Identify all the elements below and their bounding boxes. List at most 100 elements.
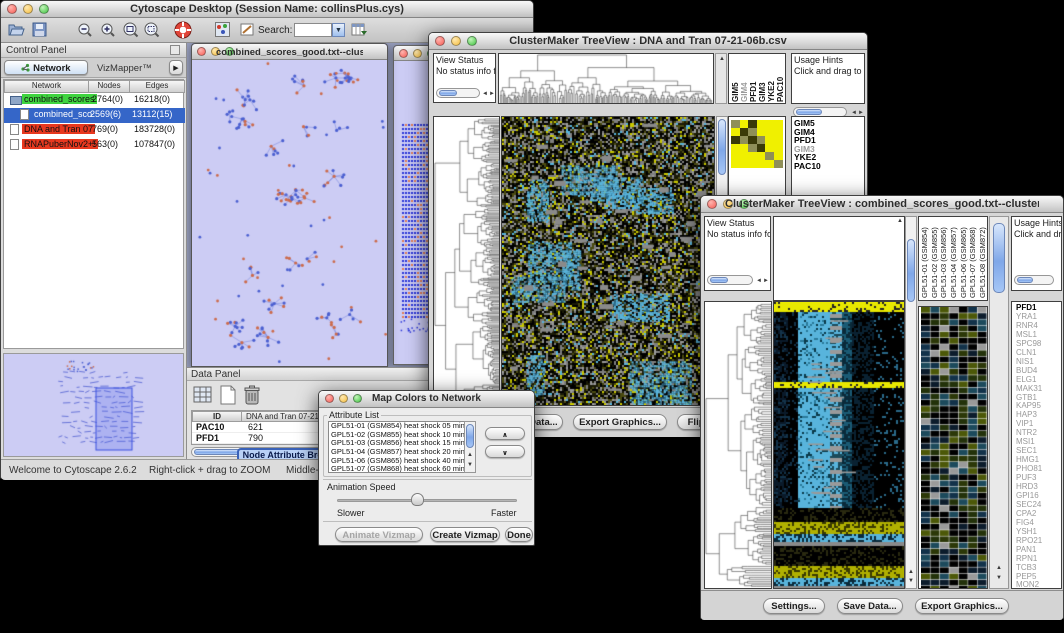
tv2-gene-label[interactable]: MSL1	[1016, 330, 1037, 339]
import-table-icon[interactable]	[351, 22, 367, 42]
animate-vizmap-button[interactable]: Animate Vizmap	[335, 527, 423, 542]
export-graphics-button[interactable]: Export Graphics...	[915, 598, 1009, 614]
tv2-zoom-heatmap[interactable]	[921, 307, 987, 588]
tv1-zoom-heatmap[interactable]	[731, 120, 783, 168]
col-header-nodes[interactable]: Nodes	[88, 80, 130, 93]
close-button[interactable]	[197, 47, 206, 56]
attribute-list[interactable]: GPL51-01 (GSM854) heat shock 05 minGPL51…	[328, 421, 476, 473]
tv1-column-label[interactable]: GIM3	[758, 54, 767, 102]
move-up-button[interactable]: ∧	[485, 427, 525, 440]
tv1-column-label[interactable]: GIM5	[731, 54, 740, 102]
animation-speed-slider[interactable]	[337, 499, 517, 502]
tv1-gene-label[interactable]: PAC10	[794, 162, 821, 171]
tv2-gene-label[interactable]: YRA1	[1016, 312, 1037, 321]
save-data-button[interactable]: Save Data...	[837, 598, 903, 614]
tv2-hints-scrollbar[interactable]	[1014, 275, 1054, 285]
attr-col-id[interactable]: ID	[192, 411, 242, 422]
tv2-gene-label[interactable]: ELG1	[1016, 375, 1036, 384]
tv2-gene-label[interactable]: GTB1	[1016, 393, 1037, 402]
open-folder-icon[interactable]	[8, 22, 25, 42]
tv2-column-label[interactable]: GPL51-02 (GSM855)	[930, 216, 940, 298]
network-list-row[interactable]: RNAPuberNov2+!563(0)107847(0)	[6, 138, 187, 153]
tv2-gene-label[interactable]: PUF3	[1016, 473, 1036, 482]
close-button[interactable]	[325, 394, 334, 403]
create-vizmap-button[interactable]: Create Vizmap	[430, 527, 500, 542]
attribute-list-vscrollbar[interactable]: ▲▼	[464, 421, 476, 473]
tv1-column-label[interactable]: YKE2	[767, 54, 776, 102]
tv2-gene-label[interactable]: RPO21	[1016, 536, 1042, 545]
tv2-status-scrollbar[interactable]	[707, 275, 753, 285]
network-list-row[interactable]: combined_scores2764(0)16218(0)	[6, 93, 187, 108]
tv1-row-dendrogram[interactable]	[434, 117, 499, 405]
tv2-column-label[interactable]: GPL51-08 (GSM872)	[978, 216, 988, 298]
tv2-gene-label[interactable]: GPI16	[1016, 491, 1039, 500]
tv2-gene-label[interactable]: RPN1	[1016, 554, 1037, 563]
tv2-gene-label[interactable]: NTR2	[1016, 428, 1037, 437]
col-header-edges[interactable]: Edges	[129, 80, 185, 93]
search-dropdown-arrow[interactable]: ▼	[332, 23, 345, 37]
tab-vizmapper[interactable]: VizMapper™	[97, 63, 152, 74]
save-icon[interactable]	[32, 22, 47, 42]
tv2-gene-label[interactable]: PFD1	[1016, 303, 1036, 312]
tv2-column-label[interactable]: GPL51-04 (GSM857)	[949, 216, 959, 298]
tv1-column-label[interactable]: PFD1	[749, 54, 758, 102]
network-window-1-titlebar[interactable]: combined_scores_good.txt--cluste...	[192, 44, 387, 60]
help-lifesaver-icon[interactable]	[174, 21, 192, 44]
tv2-gene-label[interactable]: SPC98	[1016, 339, 1041, 348]
tab-more-button[interactable]: ▶	[169, 60, 183, 75]
treeview2-titlebar[interactable]: ClusterMaker TreeView : combined_scores_…	[701, 196, 1063, 213]
scroll-left-arrow[interactable]: ◄	[482, 91, 488, 98]
minimize-button[interactable]	[413, 49, 422, 58]
tv2-gene-label[interactable]: PAN1	[1016, 545, 1036, 554]
network-list-row[interactable]: DNA and Tran 07769(0)183728(0)	[6, 123, 187, 138]
close-button[interactable]	[707, 199, 717, 209]
treeview1-titlebar[interactable]: ClusterMaker TreeView : DNA and Tran 07-…	[429, 33, 867, 50]
tv2-gene-label[interactable]: FIG4	[1016, 518, 1034, 527]
tv1-global-heatmap[interactable]	[502, 117, 714, 405]
dialog-titlebar[interactable]: Map Colors to Network	[319, 391, 534, 408]
tv2-gene-label[interactable]: NIS1	[1016, 357, 1034, 366]
float-panel-icon[interactable]	[170, 45, 180, 55]
tab-network[interactable]: Network	[4, 60, 88, 75]
col-header-network[interactable]: Network	[4, 80, 89, 93]
tv2-gene-label[interactable]: CLN1	[1016, 348, 1036, 357]
tv2-heatmap-vscrollbar[interactable]: ▲▼	[905, 216, 917, 589]
search-input[interactable]	[294, 23, 332, 37]
tv2-gene-label[interactable]: BUD4	[1016, 366, 1037, 375]
birdseye-canvas[interactable]	[4, 354, 183, 456]
tv2-gene-label[interactable]: PEP5	[1016, 572, 1036, 581]
scroll-right-arrow[interactable]: ►	[763, 278, 769, 285]
move-down-button[interactable]: ∨	[485, 445, 525, 458]
settings-button[interactable]: Settings...	[763, 598, 825, 614]
tv2-global-heatmap[interactable]	[774, 302, 904, 588]
zoom-in-icon[interactable]	[100, 22, 116, 43]
close-button[interactable]	[435, 36, 445, 46]
tv2-column-label[interactable]: GPL51-01 (GSM854)	[920, 216, 930, 298]
tv2-gene-label[interactable]: MAK31	[1016, 384, 1042, 393]
tv1-column-label[interactable]: GIM4	[740, 54, 749, 102]
attribute-select-icon[interactable]	[193, 385, 213, 410]
tv2-column-label[interactable]: GPL51-03 (GSM856)	[939, 216, 949, 298]
network-list-row[interactable]: combined_sco2569(6)13112(15)	[4, 108, 185, 123]
tv2-column-label[interactable]: GPL51-06 (GSM865)	[959, 216, 969, 298]
close-button[interactable]	[399, 49, 408, 58]
slider-thumb[interactable]	[411, 493, 424, 506]
zoom-selected-icon[interactable]	[143, 22, 160, 43]
tv2-gene-label[interactable]: VIP1	[1016, 419, 1033, 428]
tv2-gene-label[interactable]: MSI1	[1016, 437, 1035, 446]
tv2-gene-label[interactable]: YSH1	[1016, 527, 1037, 536]
tv1-column-label[interactable]: PAC10	[776, 54, 785, 102]
attribute-list-item[interactable]: GPL51-07 (GSM868) heat shock 60 min	[329, 465, 475, 473]
main-titlebar[interactable]: Cytoscape Desktop (Session Name: collins…	[1, 1, 533, 18]
zoom-fit-icon[interactable]	[122, 22, 139, 43]
tv2-gene-label[interactable]: RNR4	[1016, 321, 1038, 330]
done-button[interactable]: Done	[505, 527, 533, 542]
tv2-gene-label[interactable]: PHO81	[1016, 464, 1042, 473]
tv2-gene-label[interactable]: SEC1	[1016, 446, 1037, 455]
scroll-left-arrow[interactable]: ◄	[756, 278, 762, 285]
tv2-row-dendrogram[interactable]	[705, 302, 771, 588]
delete-attribute-icon[interactable]	[243, 385, 261, 410]
tv2-gene-label[interactable]: SEC24	[1016, 500, 1041, 509]
close-button[interactable]	[7, 4, 17, 14]
vizmap-icon[interactable]	[215, 22, 230, 42]
